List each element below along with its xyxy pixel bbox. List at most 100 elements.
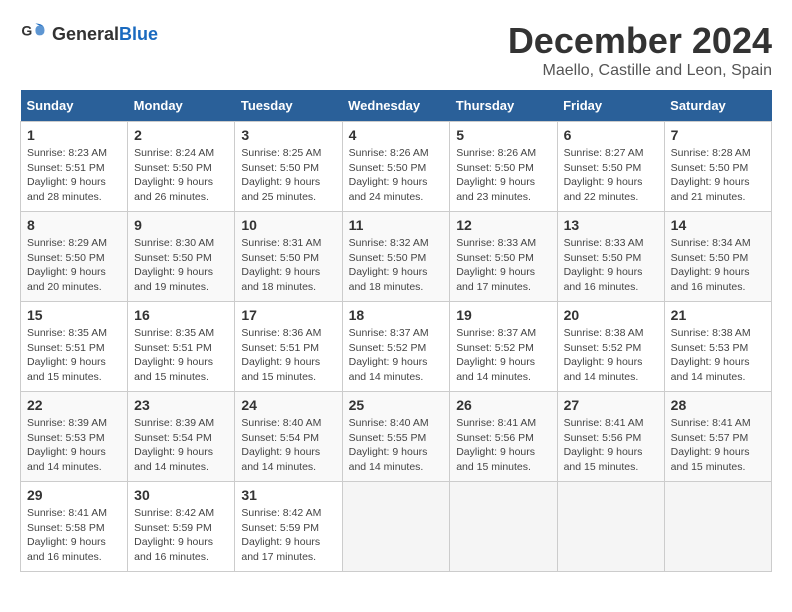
day-number: 17 <box>241 307 335 323</box>
day-info: Sunrise: 8:40 AMSunset: 5:55 PMDaylight:… <box>349 416 444 475</box>
day-info: Sunrise: 8:33 AMSunset: 5:50 PMDaylight:… <box>564 236 658 295</box>
calendar-cell: 22Sunrise: 8:39 AMSunset: 5:53 PMDayligh… <box>21 392 128 482</box>
calendar-cell: 20Sunrise: 8:38 AMSunset: 5:52 PMDayligh… <box>557 302 664 392</box>
calendar-week-row: 22Sunrise: 8:39 AMSunset: 5:53 PMDayligh… <box>21 392 772 482</box>
day-number: 5 <box>456 127 550 143</box>
calendar-cell: 1 Sunrise: 8:23 AMSunset: 5:51 PMDaylight… <box>21 122 128 212</box>
day-info: Sunrise: 8:23 AMSunset: 5:51 PMDaylight:… <box>27 146 121 205</box>
logo-text-block: GeneralBlue <box>52 24 158 45</box>
day-info: Sunrise: 8:38 AMSunset: 5:53 PMDaylight:… <box>671 326 765 385</box>
day-number: 4 <box>349 127 444 143</box>
day-info: Sunrise: 8:36 AMSunset: 5:51 PMDaylight:… <box>241 326 335 385</box>
day-number: 21 <box>671 307 765 323</box>
day-info: Sunrise: 8:42 AMSunset: 5:59 PMDaylight:… <box>134 506 228 565</box>
day-info: Sunrise: 8:39 AMSunset: 5:54 PMDaylight:… <box>134 416 228 475</box>
day-number: 28 <box>671 397 765 413</box>
calendar-cell: 21 Sunrise: 8:38 AMSunset: 5:53 PMDayligh… <box>664 302 771 392</box>
day-number: 20 <box>564 307 658 323</box>
day-number: 10 <box>241 217 335 233</box>
day-info: Sunrise: 8:37 AMSunset: 5:52 PMDaylight:… <box>456 326 550 385</box>
calendar-cell: 31 Sunrise: 8:42 AMSunset: 5:59 PMDayligh… <box>235 482 342 572</box>
calendar-cell <box>557 482 664 572</box>
day-info: Sunrise: 8:27 AMSunset: 5:50 PMDaylight:… <box>564 146 658 205</box>
day-number: 30 <box>134 487 228 503</box>
day-number: 25 <box>349 397 444 413</box>
day-info: Sunrise: 8:29 AMSunset: 5:50 PMDaylight:… <box>27 236 121 295</box>
day-number: 19 <box>456 307 550 323</box>
calendar-cell: 17 Sunrise: 8:36 AMSunset: 5:51 PMDayligh… <box>235 302 342 392</box>
calendar-cell: 12 Sunrise: 8:33 AMSunset: 5:50 PMDayligh… <box>450 212 557 302</box>
day-number: 24 <box>241 397 335 413</box>
day-info: Sunrise: 8:35 AMSunset: 5:51 PMDaylight:… <box>27 326 121 385</box>
calendar-cell: 10 Sunrise: 8:31 AMSunset: 5:50 PMDayligh… <box>235 212 342 302</box>
day-info: Sunrise: 8:40 AMSunset: 5:54 PMDaylight:… <box>241 416 335 475</box>
day-number: 31 <box>241 487 335 503</box>
day-info: Sunrise: 8:42 AMSunset: 5:59 PMDaylight:… <box>241 506 335 565</box>
day-info: Sunrise: 8:26 AMSunset: 5:50 PMDaylight:… <box>349 146 444 205</box>
day-number: 14 <box>671 217 765 233</box>
day-info: Sunrise: 8:28 AMSunset: 5:50 PMDaylight:… <box>671 146 765 205</box>
calendar-cell <box>450 482 557 572</box>
header-day-monday: Monday <box>128 90 235 122</box>
day-number: 7 <box>671 127 765 143</box>
day-number: 26 <box>456 397 550 413</box>
calendar-cell: 27Sunrise: 8:41 AMSunset: 5:56 PMDayligh… <box>557 392 664 482</box>
calendar-cell <box>664 482 771 572</box>
calendar-cell: 16Sunrise: 8:35 AMSunset: 5:51 PMDayligh… <box>128 302 235 392</box>
calendar-cell: 11Sunrise: 8:32 AMSunset: 5:50 PMDayligh… <box>342 212 450 302</box>
day-number: 22 <box>27 397 121 413</box>
calendar-cell: 29Sunrise: 8:41 AMSunset: 5:58 PMDayligh… <box>21 482 128 572</box>
title-block: December 2024 Maello, Castille and Leon,… <box>508 20 772 80</box>
header-day-sunday: Sunday <box>21 90 128 122</box>
day-info: Sunrise: 8:24 AMSunset: 5:50 PMDaylight:… <box>134 146 228 205</box>
day-number: 9 <box>134 217 228 233</box>
header-day-tuesday: Tuesday <box>235 90 342 122</box>
calendar-cell: 28 Sunrise: 8:41 AMSunset: 5:57 PMDayligh… <box>664 392 771 482</box>
calendar-cell: 24 Sunrise: 8:40 AMSunset: 5:54 PMDayligh… <box>235 392 342 482</box>
logo-general: General <box>52 24 119 44</box>
day-info: Sunrise: 8:32 AMSunset: 5:50 PMDaylight:… <box>349 236 444 295</box>
calendar-cell: 2 Sunrise: 8:24 AMSunset: 5:50 PMDaylight… <box>128 122 235 212</box>
calendar-cell: 18 Sunrise: 8:37 AMSunset: 5:52 PMDayligh… <box>342 302 450 392</box>
calendar-cell: 19 Sunrise: 8:37 AMSunset: 5:52 PMDayligh… <box>450 302 557 392</box>
day-info: Sunrise: 8:41 AMSunset: 5:57 PMDaylight:… <box>671 416 765 475</box>
calendar-cell: 7 Sunrise: 8:28 AMSunset: 5:50 PMDaylight… <box>664 122 771 212</box>
calendar-cell: 8Sunrise: 8:29 AMSunset: 5:50 PMDaylight… <box>21 212 128 302</box>
calendar-cell: 30 Sunrise: 8:42 AMSunset: 5:59 PMDayligh… <box>128 482 235 572</box>
calendar-cell: 26Sunrise: 8:41 AMSunset: 5:56 PMDayligh… <box>450 392 557 482</box>
header-day-wednesday: Wednesday <box>342 90 450 122</box>
calendar-table: SundayMondayTuesdayWednesdayThursdayFrid… <box>20 90 772 572</box>
day-number: 15 <box>27 307 121 323</box>
day-info: Sunrise: 8:37 AMSunset: 5:52 PMDaylight:… <box>349 326 444 385</box>
day-info: Sunrise: 8:33 AMSunset: 5:50 PMDaylight:… <box>456 236 550 295</box>
calendar-cell: 4 Sunrise: 8:26 AMSunset: 5:50 PMDaylight… <box>342 122 450 212</box>
day-number: 18 <box>349 307 444 323</box>
day-number: 16 <box>134 307 228 323</box>
day-number: 27 <box>564 397 658 413</box>
day-number: 23 <box>134 397 228 413</box>
header-day-friday: Friday <box>557 90 664 122</box>
day-number: 13 <box>564 217 658 233</box>
calendar-cell: 3 Sunrise: 8:25 AMSunset: 5:50 PMDaylight… <box>235 122 342 212</box>
logo-blue: Blue <box>119 24 158 44</box>
day-number: 12 <box>456 217 550 233</box>
calendar-cell: 9 Sunrise: 8:30 AMSunset: 5:50 PMDaylight… <box>128 212 235 302</box>
logo: G GeneralBlue <box>20 20 158 48</box>
day-info: Sunrise: 8:30 AMSunset: 5:50 PMDaylight:… <box>134 236 228 295</box>
day-info: Sunrise: 8:41 AMSunset: 5:58 PMDaylight:… <box>27 506 121 565</box>
calendar-week-row: 15 Sunrise: 8:35 AMSunset: 5:51 PMDayligh… <box>21 302 772 392</box>
day-info: Sunrise: 8:31 AMSunset: 5:50 PMDaylight:… <box>241 236 335 295</box>
month-title: December 2024 <box>508 20 772 62</box>
day-info: Sunrise: 8:25 AMSunset: 5:50 PMDaylight:… <box>241 146 335 205</box>
calendar-cell: 15 Sunrise: 8:35 AMSunset: 5:51 PMDayligh… <box>21 302 128 392</box>
day-number: 2 <box>134 127 228 143</box>
calendar-week-row: 29Sunrise: 8:41 AMSunset: 5:58 PMDayligh… <box>21 482 772 572</box>
svg-text:G: G <box>21 22 32 38</box>
calendar-cell: 23 Sunrise: 8:39 AMSunset: 5:54 PMDayligh… <box>128 392 235 482</box>
calendar-cell: 6 Sunrise: 8:27 AMSunset: 5:50 PMDaylight… <box>557 122 664 212</box>
day-number: 1 <box>27 127 121 143</box>
day-number: 6 <box>564 127 658 143</box>
calendar-cell: 14Sunrise: 8:34 AMSunset: 5:50 PMDayligh… <box>664 212 771 302</box>
day-number: 3 <box>241 127 335 143</box>
calendar-cell: 13 Sunrise: 8:33 AMSunset: 5:50 PMDayligh… <box>557 212 664 302</box>
